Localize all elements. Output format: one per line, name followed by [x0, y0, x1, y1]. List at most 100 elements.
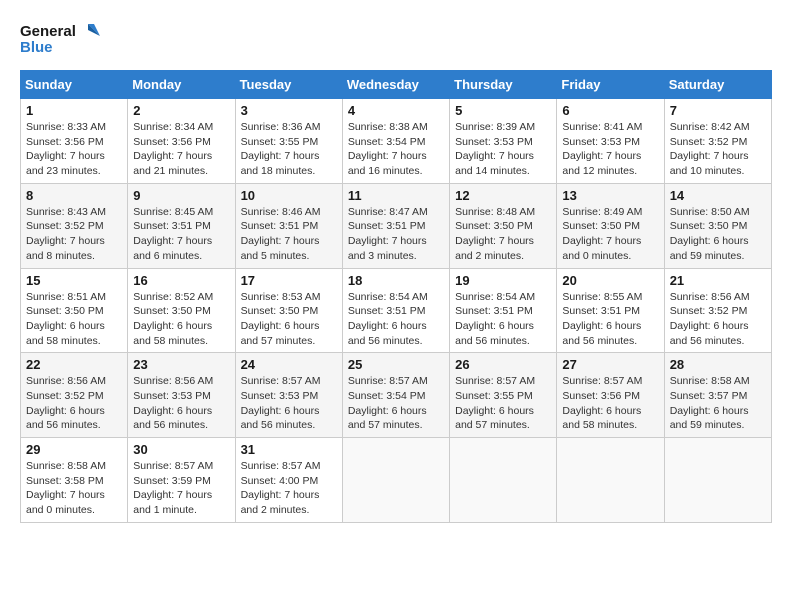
day-number: 24 — [241, 357, 337, 372]
calendar-cell: 9 Sunrise: 8:45 AMSunset: 3:51 PMDaylight… — [128, 183, 235, 268]
day-number: 6 — [562, 103, 658, 118]
calendar-cell: 31Sunrise: 8:57 AMSunset: 4:00 PMDayligh… — [235, 438, 342, 523]
day-detail: Sunrise: 8:36 AMSunset: 3:55 PMDaylight:… — [241, 120, 337, 179]
calendar-cell: 23 Sunrise: 8:56 AMSunset: 3:53 PMDayligh… — [128, 353, 235, 438]
day-number: 17 — [241, 273, 337, 288]
calendar-cell: 1 Sunrise: 8:33 AMSunset: 3:56 PMDaylight… — [21, 99, 128, 184]
day-number: 9 — [133, 188, 229, 203]
day-detail: Sunrise: 8:58 AMSunset: 3:58 PMDaylight:… — [26, 459, 122, 518]
day-detail: Sunrise: 8:46 AMSunset: 3:51 PMDaylight:… — [241, 205, 337, 264]
day-number: 18 — [348, 273, 444, 288]
calendar-cell: 30 Sunrise: 8:57 AMSunset: 3:59 PMDayligh… — [128, 438, 235, 523]
calendar-cell: 2 Sunrise: 8:34 AMSunset: 3:56 PMDaylight… — [128, 99, 235, 184]
logo: General Blue — [20, 20, 100, 60]
day-detail: Sunrise: 8:45 AMSunset: 3:51 PMDaylight:… — [133, 205, 229, 264]
svg-text:Blue: Blue — [20, 39, 53, 56]
day-detail: Sunrise: 8:56 AMSunset: 3:52 PMDaylight:… — [26, 374, 122, 433]
day-number: 2 — [133, 103, 229, 118]
calendar-cell: 5Sunrise: 8:39 AMSunset: 3:53 PMDaylight… — [450, 99, 557, 184]
day-detail: Sunrise: 8:56 AMSunset: 3:53 PMDaylight:… — [133, 374, 229, 433]
weekday-thursday: Thursday — [450, 71, 557, 99]
calendar-week-1: 1 Sunrise: 8:33 AMSunset: 3:56 PMDaylight… — [21, 99, 772, 184]
day-number: 1 — [26, 103, 122, 118]
day-detail: Sunrise: 8:54 AMSunset: 3:51 PMDaylight:… — [455, 290, 551, 349]
calendar-cell: 3 Sunrise: 8:36 AMSunset: 3:55 PMDaylight… — [235, 99, 342, 184]
day-detail: Sunrise: 8:49 AMSunset: 3:50 PMDaylight:… — [562, 205, 658, 264]
day-detail: Sunrise: 8:43 AMSunset: 3:52 PMDaylight:… — [26, 205, 122, 264]
calendar-cell: 22 Sunrise: 8:56 AMSunset: 3:52 PMDayligh… — [21, 353, 128, 438]
calendar-cell: 18 Sunrise: 8:54 AMSunset: 3:51 PMDayligh… — [342, 268, 449, 353]
calendar-cell: 25 Sunrise: 8:57 AMSunset: 3:54 PMDayligh… — [342, 353, 449, 438]
day-number: 22 — [26, 357, 122, 372]
day-detail: Sunrise: 8:47 AMSunset: 3:51 PMDaylight:… — [348, 205, 444, 264]
day-number: 15 — [26, 273, 122, 288]
day-detail: Sunrise: 8:57 AMSunset: 4:00 PMDaylight:… — [241, 459, 337, 518]
calendar-cell: 12 Sunrise: 8:48 AMSunset: 3:50 PMDayligh… — [450, 183, 557, 268]
day-number: 28 — [670, 357, 766, 372]
svg-text:General: General — [20, 23, 76, 40]
day-number: 19 — [455, 273, 551, 288]
day-number: 13 — [562, 188, 658, 203]
calendar-week-5: 29Sunrise: 8:58 AMSunset: 3:58 PMDayligh… — [21, 438, 772, 523]
calendar-table: SundayMondayTuesdayWednesdayThursdayFrid… — [20, 70, 772, 523]
day-number: 20 — [562, 273, 658, 288]
day-number: 4 — [348, 103, 444, 118]
calendar-cell — [557, 438, 664, 523]
calendar-cell: 20 Sunrise: 8:55 AMSunset: 3:51 PMDayligh… — [557, 268, 664, 353]
calendar-cell: 8 Sunrise: 8:43 AMSunset: 3:52 PMDaylight… — [21, 183, 128, 268]
day-number: 8 — [26, 188, 122, 203]
calendar-week-2: 8 Sunrise: 8:43 AMSunset: 3:52 PMDaylight… — [21, 183, 772, 268]
day-detail: Sunrise: 8:48 AMSunset: 3:50 PMDaylight:… — [455, 205, 551, 264]
day-number: 12 — [455, 188, 551, 203]
day-detail: Sunrise: 8:57 AMSunset: 3:54 PMDaylight:… — [348, 374, 444, 433]
calendar-body: 1 Sunrise: 8:33 AMSunset: 3:56 PMDaylight… — [21, 99, 772, 523]
weekday-monday: Monday — [128, 71, 235, 99]
day-detail: Sunrise: 8:55 AMSunset: 3:51 PMDaylight:… — [562, 290, 658, 349]
calendar-cell: 4 Sunrise: 8:38 AMSunset: 3:54 PMDaylight… — [342, 99, 449, 184]
day-number: 26 — [455, 357, 551, 372]
day-number: 11 — [348, 188, 444, 203]
calendar-cell: 15 Sunrise: 8:51 AMSunset: 3:50 PMDayligh… — [21, 268, 128, 353]
calendar-cell: 7Sunrise: 8:42 AMSunset: 3:52 PMDaylight… — [664, 99, 771, 184]
day-number: 3 — [241, 103, 337, 118]
day-detail: Sunrise: 8:56 AMSunset: 3:52 PMDaylight:… — [670, 290, 766, 349]
day-detail: Sunrise: 8:57 AMSunset: 3:56 PMDaylight:… — [562, 374, 658, 433]
day-detail: Sunrise: 8:41 AMSunset: 3:53 PMDaylight:… — [562, 120, 658, 179]
day-detail: Sunrise: 8:57 AMSunset: 3:53 PMDaylight:… — [241, 374, 337, 433]
day-detail: Sunrise: 8:51 AMSunset: 3:50 PMDaylight:… — [26, 290, 122, 349]
weekday-saturday: Saturday — [664, 71, 771, 99]
day-detail: Sunrise: 8:53 AMSunset: 3:50 PMDaylight:… — [241, 290, 337, 349]
day-number: 25 — [348, 357, 444, 372]
weekday-tuesday: Tuesday — [235, 71, 342, 99]
calendar-cell — [450, 438, 557, 523]
day-number: 23 — [133, 357, 229, 372]
day-detail: Sunrise: 8:52 AMSunset: 3:50 PMDaylight:… — [133, 290, 229, 349]
day-number: 16 — [133, 273, 229, 288]
day-detail: Sunrise: 8:54 AMSunset: 3:51 PMDaylight:… — [348, 290, 444, 349]
calendar-cell: 28Sunrise: 8:58 AMSunset: 3:57 PMDayligh… — [664, 353, 771, 438]
calendar-cell: 16 Sunrise: 8:52 AMSunset: 3:50 PMDayligh… — [128, 268, 235, 353]
day-number: 21 — [670, 273, 766, 288]
calendar-cell: 27 Sunrise: 8:57 AMSunset: 3:56 PMDayligh… — [557, 353, 664, 438]
day-detail: Sunrise: 8:33 AMSunset: 3:56 PMDaylight:… — [26, 120, 122, 179]
day-number: 10 — [241, 188, 337, 203]
calendar-cell: 11 Sunrise: 8:47 AMSunset: 3:51 PMDayligh… — [342, 183, 449, 268]
day-detail: Sunrise: 8:34 AMSunset: 3:56 PMDaylight:… — [133, 120, 229, 179]
calendar-week-3: 15 Sunrise: 8:51 AMSunset: 3:50 PMDayligh… — [21, 268, 772, 353]
calendar-cell: 6 Sunrise: 8:41 AMSunset: 3:53 PMDaylight… — [557, 99, 664, 184]
calendar-cell — [342, 438, 449, 523]
weekday-header-row: SundayMondayTuesdayWednesdayThursdayFrid… — [21, 71, 772, 99]
day-number: 27 — [562, 357, 658, 372]
calendar-cell: 29Sunrise: 8:58 AMSunset: 3:58 PMDayligh… — [21, 438, 128, 523]
day-detail: Sunrise: 8:57 AMSunset: 3:59 PMDaylight:… — [133, 459, 229, 518]
weekday-wednesday: Wednesday — [342, 71, 449, 99]
day-detail: Sunrise: 8:39 AMSunset: 3:53 PMDaylight:… — [455, 120, 551, 179]
calendar-cell: 24 Sunrise: 8:57 AMSunset: 3:53 PMDayligh… — [235, 353, 342, 438]
day-detail: Sunrise: 8:38 AMSunset: 3:54 PMDaylight:… — [348, 120, 444, 179]
calendar-cell: 26Sunrise: 8:57 AMSunset: 3:55 PMDayligh… — [450, 353, 557, 438]
weekday-sunday: Sunday — [21, 71, 128, 99]
day-number: 30 — [133, 442, 229, 457]
header: General Blue — [20, 20, 772, 60]
calendar-cell: 13 Sunrise: 8:49 AMSunset: 3:50 PMDayligh… — [557, 183, 664, 268]
calendar-cell: 19 Sunrise: 8:54 AMSunset: 3:51 PMDayligh… — [450, 268, 557, 353]
